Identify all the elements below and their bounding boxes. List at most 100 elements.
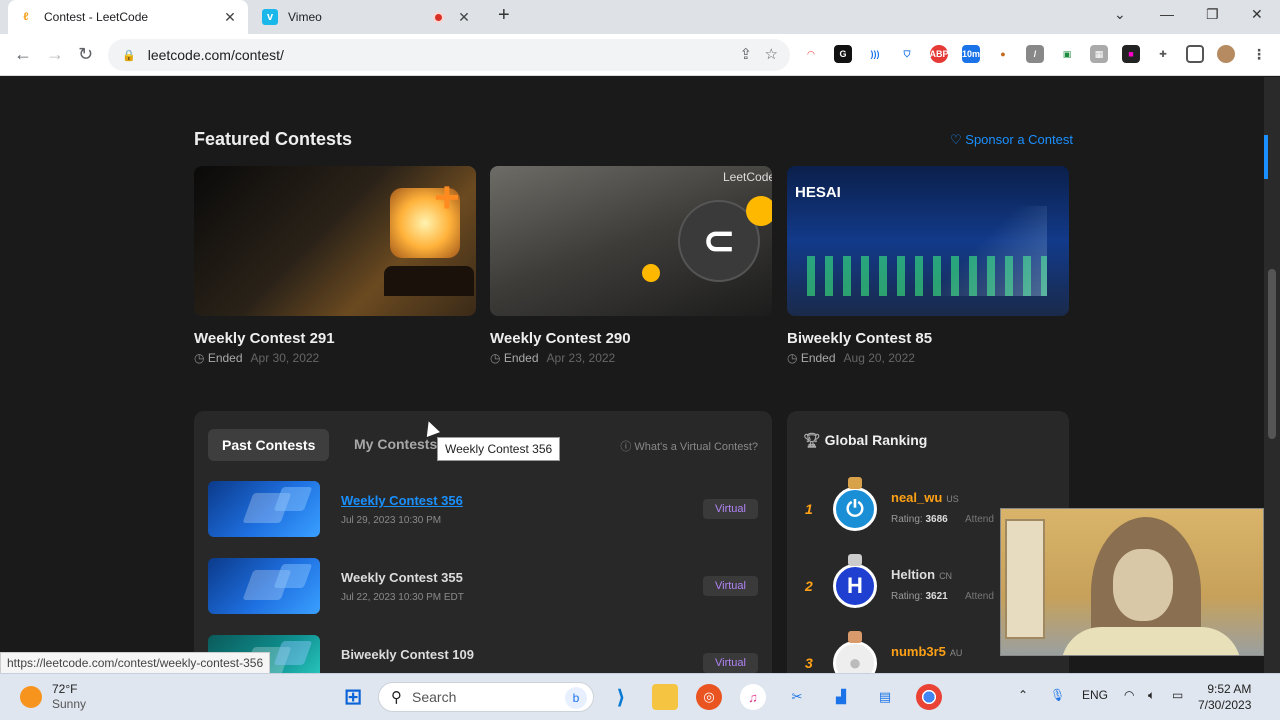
snipping-tool-icon[interactable]: ✂ <box>784 684 810 710</box>
close-tab-icon[interactable]: ✕ <box>456 9 472 26</box>
sidepanel-icon[interactable] <box>1186 45 1204 63</box>
ubuntu-icon[interactable]: ◎ <box>696 684 722 710</box>
system-clock[interactable]: 9:52 AM 7/30/2023 <box>1198 681 1251 713</box>
featured-card[interactable]: HESAI Biweekly Contest 85 ◷ Ended Aug 20,… <box>787 166 1069 365</box>
vscode-icon[interactable]: ⟩ <box>608 684 634 710</box>
back-icon[interactable]: ← <box>14 44 32 65</box>
timer-extension-icon[interactable]: 10m <box>962 45 980 63</box>
contest-thumbnail <box>208 558 320 614</box>
extension-orange-icon[interactable]: ● <box>994 45 1012 63</box>
ranking-title: 🏆︎ Global Ranking <box>803 432 927 449</box>
contest-banner: LeetCode ⊂ <box>490 166 772 316</box>
adblock-icon[interactable]: ABP <box>930 45 949 63</box>
clock-time: 9:52 AM <box>1207 682 1252 696</box>
webcam-overlay <box>1000 508 1264 656</box>
reload-icon[interactable]: ↻ <box>78 44 93 65</box>
scrollbar-thumb[interactable] <box>1268 269 1276 439</box>
contest-name[interactable]: Weekly Contest 355 <box>341 570 463 585</box>
extension-gray-icon[interactable]: / <box>1026 45 1044 63</box>
weather-widget[interactable]: 72°F Sunny <box>20 682 86 712</box>
virtual-help-link[interactable]: ⓘ What's a Virtual Contest? <box>620 438 758 454</box>
tab-vimeo[interactable]: v Vimeo ✕ <box>252 0 482 34</box>
extension-rainbow-icon[interactable]: ◠ <box>802 45 820 63</box>
contest-row[interactable]: Weekly Contest 355 Jul 22, 2023 10:30 PM… <box>208 558 758 614</box>
speaker-icon[interactable]: 🔈︎ <box>1148 688 1155 703</box>
card-meta: ◷ Ended Apr 30, 2022 <box>194 351 476 365</box>
card-date: Aug 20, 2022 <box>843 351 915 365</box>
card-status: Ended <box>207 351 243 365</box>
featured-card[interactable]: LeetCode ⊂ Weekly Contest 290 ◷ Ended Apr… <box>490 166 772 365</box>
contest-name[interactable]: Biweekly Contest 109 <box>341 647 474 662</box>
photos-icon[interactable]: ▟ <box>828 684 854 710</box>
trophy-icon: 🏆︎ <box>803 432 825 448</box>
avatar[interactable]: ● <box>833 641 877 673</box>
puzzle-icon[interactable]: ✚ <box>1154 45 1172 63</box>
featured-title: Featured Contests <box>194 129 353 149</box>
contest-row[interactable]: Biweekly Contest 109 Virtual <box>208 635 758 673</box>
attended: Attend <box>965 514 994 525</box>
help-label: What's a Virtual Contest? <box>634 441 758 453</box>
forward-icon[interactable]: → <box>46 44 64 65</box>
crown-icon <box>848 554 862 566</box>
close-tab-icon[interactable]: ✕ <box>222 9 238 26</box>
contest-row[interactable]: Weekly Contest 356 Jul 29, 2023 10:30 PM… <box>208 481 758 537</box>
rating-label: Rating: <box>891 514 923 525</box>
page-scrollbar[interactable] <box>1264 77 1280 673</box>
virtual-button[interactable]: Virtual <box>703 499 758 519</box>
rank-number: 2 <box>805 578 813 594</box>
username[interactable]: neal_wu US <box>891 490 959 505</box>
rating-label: Rating: <box>891 591 923 602</box>
extension-dark-icon[interactable]: G <box>834 45 852 63</box>
featured-card[interactable]: + Weekly Contest 291 ◷ Ended Apr 30, 2022 <box>194 166 476 365</box>
minimize-icon[interactable]: — <box>1160 6 1174 22</box>
vimeo-favicon-icon: v <box>262 9 278 25</box>
tab-past-contests[interactable]: Past Contests <box>208 429 330 461</box>
file-explorer-icon[interactable] <box>652 684 678 710</box>
avatar[interactable]: ⏻ <box>833 487 877 531</box>
tab-leetcode[interactable]: ℓ Contest - LeetCode ✕ <box>8 0 248 34</box>
notepad-icon[interactable]: ▤ <box>872 684 898 710</box>
clock-date: 7/30/2023 <box>1198 698 1252 712</box>
sun-icon <box>20 686 42 708</box>
tab-search-icon[interactable]: ⌄ <box>1114 6 1126 23</box>
extension-color-icon[interactable]: ■ <box>1122 45 1140 63</box>
sponsor-link[interactable]: ♡ Sponsor a Contest <box>950 132 1073 148</box>
extension-photo-icon[interactable]: ▦ <box>1090 45 1108 63</box>
shield-icon[interactable]: ⛉ <box>898 45 916 63</box>
virtual-button[interactable]: Virtual <box>703 653 758 673</box>
scroll-indicator <box>1264 135 1268 179</box>
avatar[interactable]: H <box>833 564 877 608</box>
taskbar-search[interactable]: ⚲ Search b <box>378 682 594 712</box>
menu-icon[interactable]: ⋮ <box>1250 45 1268 63</box>
profile-avatar[interactable] <box>1217 45 1235 63</box>
itunes-icon[interactable]: ♫ <box>740 684 766 710</box>
address-bar[interactable]: 🔒 leetcode.com/contest/ ⇪ ☆ <box>108 39 790 71</box>
card-date: Apr 30, 2022 <box>250 351 320 365</box>
close-window-icon[interactable]: ✕ <box>1251 6 1263 23</box>
windows-start-icon[interactable]: ⊞ <box>340 684 366 710</box>
tab-my-contests[interactable]: My Contests <box>354 436 437 452</box>
language-indicator[interactable]: ENG <box>1082 688 1108 702</box>
battery-icon[interactable]: ▭ <box>1172 688 1183 702</box>
help-icon: ⓘ <box>620 441 635 453</box>
wall-picture <box>1005 519 1045 639</box>
username[interactable]: Heltion CN <box>891 567 952 582</box>
restore-icon[interactable]: ❐ <box>1206 6 1219 23</box>
chrome-icon[interactable] <box>916 684 942 710</box>
virtual-button[interactable]: Virtual <box>703 576 758 596</box>
chevron-up-icon[interactable]: ⌃ <box>1018 688 1028 702</box>
microphone-icon[interactable]: 🎙︎ <box>1050 688 1065 702</box>
bing-icon: b <box>565 687 587 709</box>
extension-green-icon[interactable]: ▣ <box>1058 45 1076 63</box>
browser-toolbar: ← → ↻ 🔒 leetcode.com/contest/ ⇪ ☆ ◠ G ))… <box>0 34 1280 76</box>
username-text: numb3r5 <box>891 644 946 659</box>
username[interactable]: numb3r5 AU <box>891 644 962 659</box>
bookmark-icons[interactable]: ⇪ ☆ <box>739 45 778 63</box>
rating: Rating: 3621 <box>891 591 948 602</box>
contest-banner: HESAI <box>787 166 1069 316</box>
new-tab-icon[interactable]: + <box>498 4 510 27</box>
status-url: https://leetcode.com/contest/weekly-cont… <box>0 652 271 674</box>
wifi-icon[interactable]: ◠ <box>1124 688 1134 702</box>
contest-name[interactable]: Weekly Contest 356 <box>341 493 463 508</box>
extension-wave-icon[interactable]: ))) <box>866 45 884 63</box>
